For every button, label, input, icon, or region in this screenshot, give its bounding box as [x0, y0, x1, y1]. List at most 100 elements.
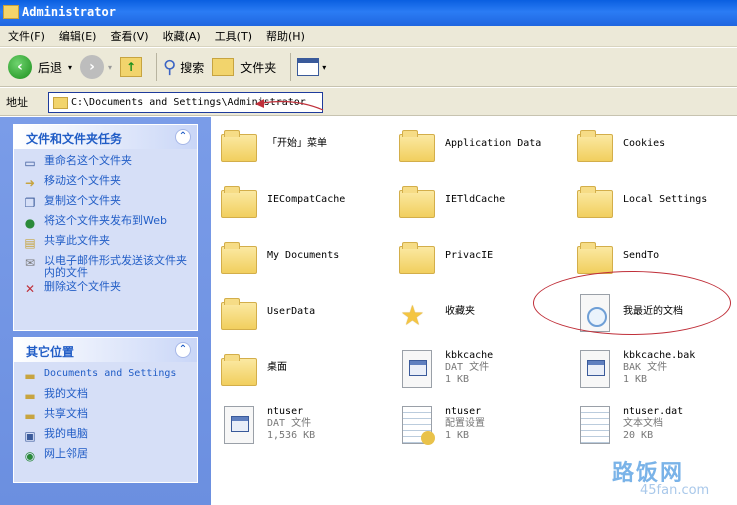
- file-type: DAT 文件: [445, 362, 490, 373]
- file-name: ntuser: [267, 406, 304, 417]
- folder-icon: [221, 298, 257, 330]
- file-item[interactable]: ntuser.dat 文本文档 20 KB: [577, 402, 683, 446]
- task-label: 将这个文件夹发布到Web: [44, 214, 167, 227]
- task-label: 复制这个文件夹: [44, 194, 121, 207]
- folder-icon: [577, 186, 613, 218]
- folder-icon: [399, 186, 435, 218]
- task-rename[interactable]: ▭ 重命名这个文件夹: [22, 155, 189, 173]
- file-name: IETldCache: [445, 194, 506, 205]
- file-item[interactable]: IETldCache: [399, 178, 505, 222]
- panel-title: 文件和文件夹任务: [26, 132, 123, 146]
- copy-icon: ❐: [24, 196, 36, 210]
- folder-icon: ▬: [24, 369, 36, 383]
- file-size: 1 KB: [445, 430, 470, 441]
- file-item[interactable]: 桌面: [221, 346, 287, 390]
- file-size: 20 KB: [623, 430, 654, 441]
- folder-icon: [399, 242, 435, 274]
- panel-header[interactable]: 其它位置 ⌃: [14, 338, 197, 362]
- task-pane: 文件和文件夹任务 ⌃ ▭ 重命名这个文件夹 ➜ 移动这个文件夹 ❐ 复制这个文件夹 ●…: [0, 117, 211, 505]
- task-copy[interactable]: ❐ 复制这个文件夹: [22, 195, 189, 213]
- file-name: My Documents: [267, 250, 340, 261]
- file-name: kbkcache: [445, 350, 494, 361]
- dat-file-icon: [402, 350, 432, 388]
- file-name: Cookies: [623, 138, 666, 149]
- collapse-icon[interactable]: ⌃: [175, 129, 191, 145]
- file-type: BAK 文件: [623, 362, 668, 373]
- folder-icon: ▬: [24, 409, 36, 423]
- folder-icon: [577, 130, 613, 162]
- task-label: 删除这个文件夹: [44, 280, 121, 293]
- file-item[interactable]: Local Settings: [577, 178, 707, 222]
- config-file-icon: [402, 406, 435, 445]
- text-file-icon: [580, 406, 610, 444]
- collapse-icon[interactable]: ⌃: [175, 342, 191, 358]
- folder-icon: [221, 354, 257, 386]
- folder-icon: [221, 186, 257, 218]
- task-move[interactable]: ➜ 移动这个文件夹: [22, 175, 189, 193]
- folder-icon: [221, 130, 257, 162]
- file-item[interactable]: Cookies: [577, 122, 665, 166]
- bak-file-icon: [580, 350, 610, 388]
- share-icon: ▤: [24, 236, 36, 250]
- dat-file-icon: [224, 406, 254, 444]
- file-size: 1,536 KB: [267, 430, 316, 441]
- file-name: Application Data: [445, 138, 542, 149]
- highlight-ellipse: [533, 271, 731, 335]
- file-folder-tasks-panel: 文件和文件夹任务 ⌃ ▭ 重命名这个文件夹 ➜ 移动这个文件夹 ❐ 复制这个文件夹 ●…: [13, 124, 198, 331]
- panel-header[interactable]: 文件和文件夹任务 ⌃: [14, 125, 197, 149]
- file-name: ntuser: [445, 406, 482, 417]
- move-icon: ➜: [24, 176, 36, 190]
- file-size: 1 KB: [623, 374, 648, 385]
- place-label: 共享文档: [44, 407, 88, 420]
- file-item[interactable]: ntuser 配置设置 1 KB: [399, 402, 485, 446]
- folder-icon: [221, 242, 257, 274]
- file-name: 「开始」菜单: [267, 138, 327, 149]
- file-item[interactable]: Application Data: [399, 122, 541, 166]
- file-name: SendTo: [623, 250, 660, 261]
- file-item[interactable]: ★ 收藏夹: [399, 290, 475, 334]
- file-name: IECompatCache: [267, 194, 346, 205]
- task-share[interactable]: ▤ 共享此文件夹: [22, 235, 189, 253]
- place-my-computer[interactable]: ▣ 我的电脑: [22, 428, 189, 446]
- task-delete[interactable]: ✕ 删除这个文件夹: [22, 281, 189, 299]
- computer-icon: ▣: [24, 429, 36, 443]
- file-type: 文本文档: [623, 418, 663, 429]
- folder-icon: [577, 242, 613, 274]
- file-name: UserData: [267, 306, 316, 317]
- globe-icon: ●: [24, 216, 36, 230]
- place-network[interactable]: ◉ 网上邻居: [22, 448, 189, 466]
- network-icon: ◉: [24, 449, 36, 463]
- watermark: 路饭网 45fan.com: [560, 455, 735, 503]
- file-item[interactable]: kbkcache.bak BAK 文件 1 KB: [577, 346, 695, 390]
- email-icon: ✉: [24, 256, 36, 270]
- folder-icon: [399, 130, 435, 162]
- star-icon: ★: [401, 290, 424, 334]
- file-name: Local Settings: [623, 194, 708, 205]
- place-shared-documents[interactable]: ▬ 共享文档: [22, 408, 189, 426]
- file-item[interactable]: kbkcache DAT 文件 1 KB: [399, 346, 493, 390]
- file-name: 桌面: [267, 362, 287, 373]
- task-email[interactable]: ✉ 以电子邮件形式发送该文件夹内的文件: [22, 255, 189, 279]
- place-my-documents[interactable]: ▬ 我的文档: [22, 388, 189, 406]
- file-item[interactable]: UserData: [221, 290, 315, 334]
- task-label: 重命名这个文件夹: [44, 154, 132, 167]
- file-name: ntuser.dat: [623, 406, 684, 417]
- other-places-panel: 其它位置 ⌃ ▬ Documents and Settings ▬ 我的文档 ▬ 共享…: [13, 337, 198, 483]
- task-label: 移动这个文件夹: [44, 174, 121, 187]
- file-item[interactable]: IECompatCache: [221, 178, 345, 222]
- file-type: DAT 文件: [267, 418, 312, 429]
- file-item[interactable]: My Documents: [221, 234, 339, 278]
- watermark-url: 45fan.com: [640, 483, 710, 498]
- place-label: 我的电脑: [44, 427, 88, 440]
- file-name: kbkcache.bak: [623, 350, 696, 361]
- place-label: Documents and Settings: [44, 368, 177, 379]
- place-documents-settings[interactable]: ▬ Documents and Settings: [22, 368, 189, 386]
- file-item[interactable]: 「开始」菜单: [221, 122, 327, 166]
- task-publish[interactable]: ● 将这个文件夹发布到Web: [22, 215, 189, 233]
- rename-icon: ▭: [24, 156, 36, 170]
- file-item[interactable]: ntuser DAT 文件 1,536 KB: [221, 402, 315, 446]
- delete-icon: ✕: [24, 282, 36, 296]
- file-item[interactable]: PrivacIE: [399, 234, 493, 278]
- file-name: PrivacIE: [445, 250, 494, 261]
- file-type: 配置设置: [445, 418, 485, 429]
